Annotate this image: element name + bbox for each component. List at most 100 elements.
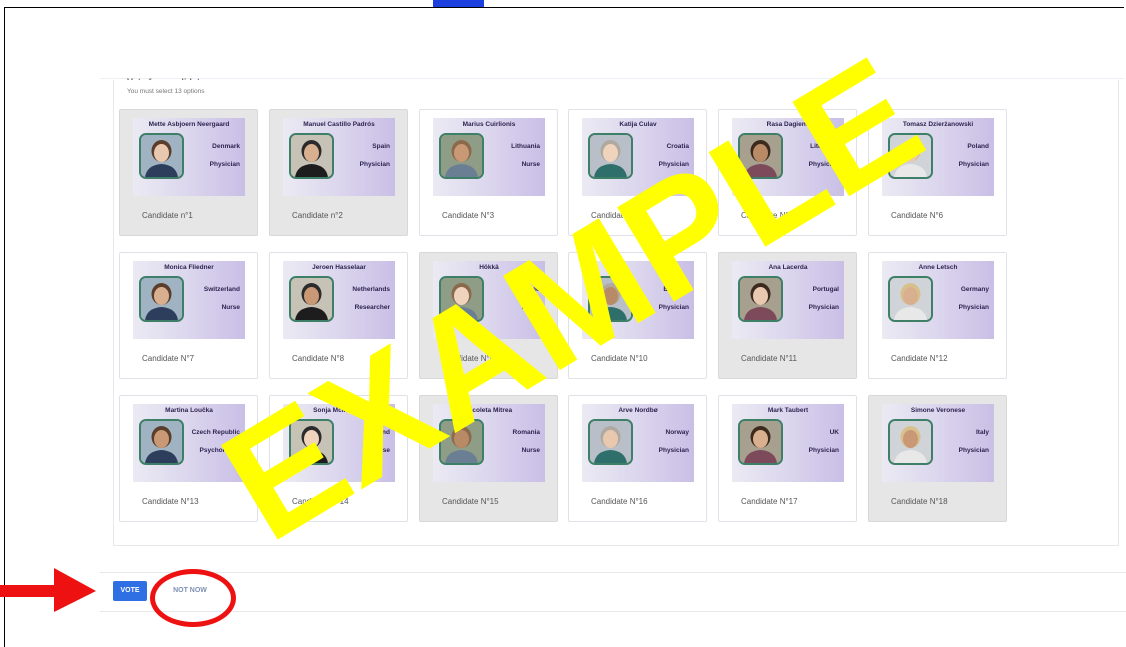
candidate-name: Jeroen Hasselaar <box>312 264 366 271</box>
candidate-name: Manuel Castillo Padrós <box>303 121 375 128</box>
candidate-visual: Jeroen Hasselaar Netherlands Researcher <box>283 261 395 339</box>
candidate-card[interactable]: Martina Loučka Czech Republic Psychologist… <box>119 395 258 522</box>
candidate-country: Croatia <box>666 143 689 150</box>
candidate-card[interactable]: Jeroen Hasselaar Netherlands Researcher Can… <box>269 252 408 379</box>
candidate-card[interactable]: Belgium Physician Candidate N°10 <box>568 252 707 379</box>
action-bar <box>100 572 1126 612</box>
candidate-card[interactable]: Mette Asbjoern Neergaard Denmark Physician… <box>119 109 258 236</box>
candidate-role: Physician <box>958 161 989 168</box>
candidate-name: Katija Culav <box>619 121 657 128</box>
candidate-visual: Belgium Physician <box>582 261 694 339</box>
candidate-photo <box>888 276 933 322</box>
candidate-label: Candidate N°17 <box>741 497 798 506</box>
candidate-card[interactable]: Sonja McIlfatrick Ireland Nurse Candidate N… <box>269 395 408 522</box>
candidate-country: Belgium <box>663 286 689 293</box>
candidate-visual: Hökkä Finland Nurse <box>433 261 545 339</box>
candidate-card[interactable]: Ana Lacerda Portugal Physician Candidate N°… <box>718 252 857 379</box>
candidate-card[interactable]: Anne Letsch Germany Physician Candidate N°1… <box>868 252 1007 379</box>
candidate-card[interactable]: Mark Taubert UK Physician Candidate N°17 <box>718 395 857 522</box>
candidate-role: Nurse <box>521 447 540 454</box>
page-header-area <box>100 8 1124 79</box>
candidate-card[interactable]: Simone Veronese Italy Physician Candidate N… <box>868 395 1007 522</box>
candidate-label: Candidate n°1 <box>142 211 193 220</box>
candidate-role: Physician <box>658 447 689 454</box>
candidate-label: Candidate N°9 <box>442 354 495 363</box>
section-subtitle: You must select 13 options <box>127 88 205 95</box>
candidate-card[interactable]: Katija Culav Croatia Physician Candidate N°… <box>568 109 707 236</box>
candidate-card[interactable]: Arve Nordbø Norway Physician Candidate N°16 <box>568 395 707 522</box>
candidate-label: Candidate N°4 <box>591 211 644 220</box>
candidate-visual: Tomasz Dzierżanowski Poland Physician <box>882 118 994 196</box>
candidate-visual: Monica Fliedner Switzerland Nurse <box>133 261 245 339</box>
candidate-country: Romania <box>512 429 540 436</box>
candidate-visual: Rasa Dagienė Lithuania Physician <box>732 118 844 196</box>
candidate-photo <box>888 133 933 179</box>
candidate-label: Candidate N°13 <box>142 497 199 506</box>
candidate-card[interactable]: Monica Fliedner Switzerland Nurse Candidate… <box>119 252 258 379</box>
candidate-country: Finland <box>516 286 540 293</box>
candidate-photo <box>289 276 334 322</box>
candidate-country: Italy <box>975 429 989 436</box>
section-title: Vote for candidates <box>127 70 210 80</box>
candidate-role: Researcher <box>354 304 390 311</box>
candidate-role: Physician <box>958 304 989 311</box>
candidate-visual: Mette Asbjoern Neergaard Denmark Physician <box>133 118 245 196</box>
candidate-photo <box>439 133 484 179</box>
candidate-label: Candidate N°5 <box>741 211 794 220</box>
candidate-visual: Manuel Castillo Padrós Spain Physician <box>283 118 395 196</box>
candidate-role: Nurse <box>371 447 390 454</box>
candidate-photo <box>439 419 484 465</box>
candidate-visual: Katija Culav Croatia Physician <box>582 118 694 196</box>
candidate-card[interactable]: Nicoleta Mitrea Romania Nurse Candidate N°1… <box>419 395 558 522</box>
candidate-visual: Mark Taubert UK Physician <box>732 404 844 482</box>
candidate-name: Nicoleta Mitrea <box>465 407 513 414</box>
candidate-photo <box>139 419 184 465</box>
candidate-card[interactable]: Marius Cuirlionis Lithuania Nurse Candidate… <box>419 109 558 236</box>
candidate-country: Lithuania <box>511 143 540 150</box>
vote-button[interactable]: VOTE <box>113 581 147 601</box>
candidate-visual: Anne Letsch Germany Physician <box>882 261 994 339</box>
candidate-country: Ireland <box>368 429 390 436</box>
candidate-role: Nurse <box>521 304 540 311</box>
candidate-photo <box>588 133 633 179</box>
candidate-visual: Nicoleta Mitrea Romania Nurse <box>433 404 545 482</box>
candidate-visual: Simone Veronese Italy Physician <box>882 404 994 482</box>
annotation-circle <box>150 569 236 627</box>
candidate-role: Physician <box>359 161 390 168</box>
candidate-card[interactable]: Manuel Castillo Padrós Spain Physician Cand… <box>269 109 408 236</box>
candidate-name: Ana Lacerda <box>768 264 808 271</box>
candidate-country: Norway <box>665 429 689 436</box>
candidate-photo <box>439 276 484 322</box>
candidate-name: Sonja McIlfatrick <box>313 407 365 414</box>
candidate-name: Marius Cuirlionis <box>462 121 516 128</box>
candidate-country: Portugal <box>812 286 839 293</box>
candidate-country: UK <box>829 429 839 436</box>
candidate-role: Nurse <box>221 304 240 311</box>
candidate-name: Rasa Dagienė <box>766 121 810 128</box>
candidate-country: Spain <box>372 143 390 150</box>
candidate-photo <box>289 133 334 179</box>
candidate-name: Martina Loučka <box>165 407 213 414</box>
candidate-photo <box>888 419 933 465</box>
candidate-role: Physician <box>658 161 689 168</box>
candidate-name: Monica Fliedner <box>164 264 214 271</box>
candidate-photo <box>588 276 633 322</box>
candidate-label: Candidate N°10 <box>591 354 648 363</box>
candidate-country: Germany <box>960 286 989 293</box>
candidate-name: Hökkä <box>479 264 499 271</box>
candidate-name: Arve Nordbø <box>618 407 658 414</box>
candidate-country: Czech Republic <box>191 429 240 436</box>
candidate-label: Candidate N°6 <box>891 211 944 220</box>
candidate-card[interactable]: Tomasz Dzierżanowski Poland Physician Candi… <box>868 109 1007 236</box>
annotation-arrow-icon <box>0 568 96 612</box>
candidate-card[interactable]: Rasa Dagienė Lithuania Physician Candidate … <box>718 109 857 236</box>
candidate-name: Mette Asbjoern Neergaard <box>148 121 230 128</box>
candidate-label: Candidate n°2 <box>292 211 343 220</box>
candidate-label: Candidate N°15 <box>442 497 499 506</box>
candidate-role: Physician <box>808 161 839 168</box>
candidate-photo <box>139 276 184 322</box>
candidate-country: Netherlands <box>352 286 390 293</box>
candidate-photo <box>738 276 783 322</box>
candidate-photo <box>588 419 633 465</box>
candidate-card[interactable]: Hökkä Finland Nurse Candidate N°9 <box>419 252 558 379</box>
